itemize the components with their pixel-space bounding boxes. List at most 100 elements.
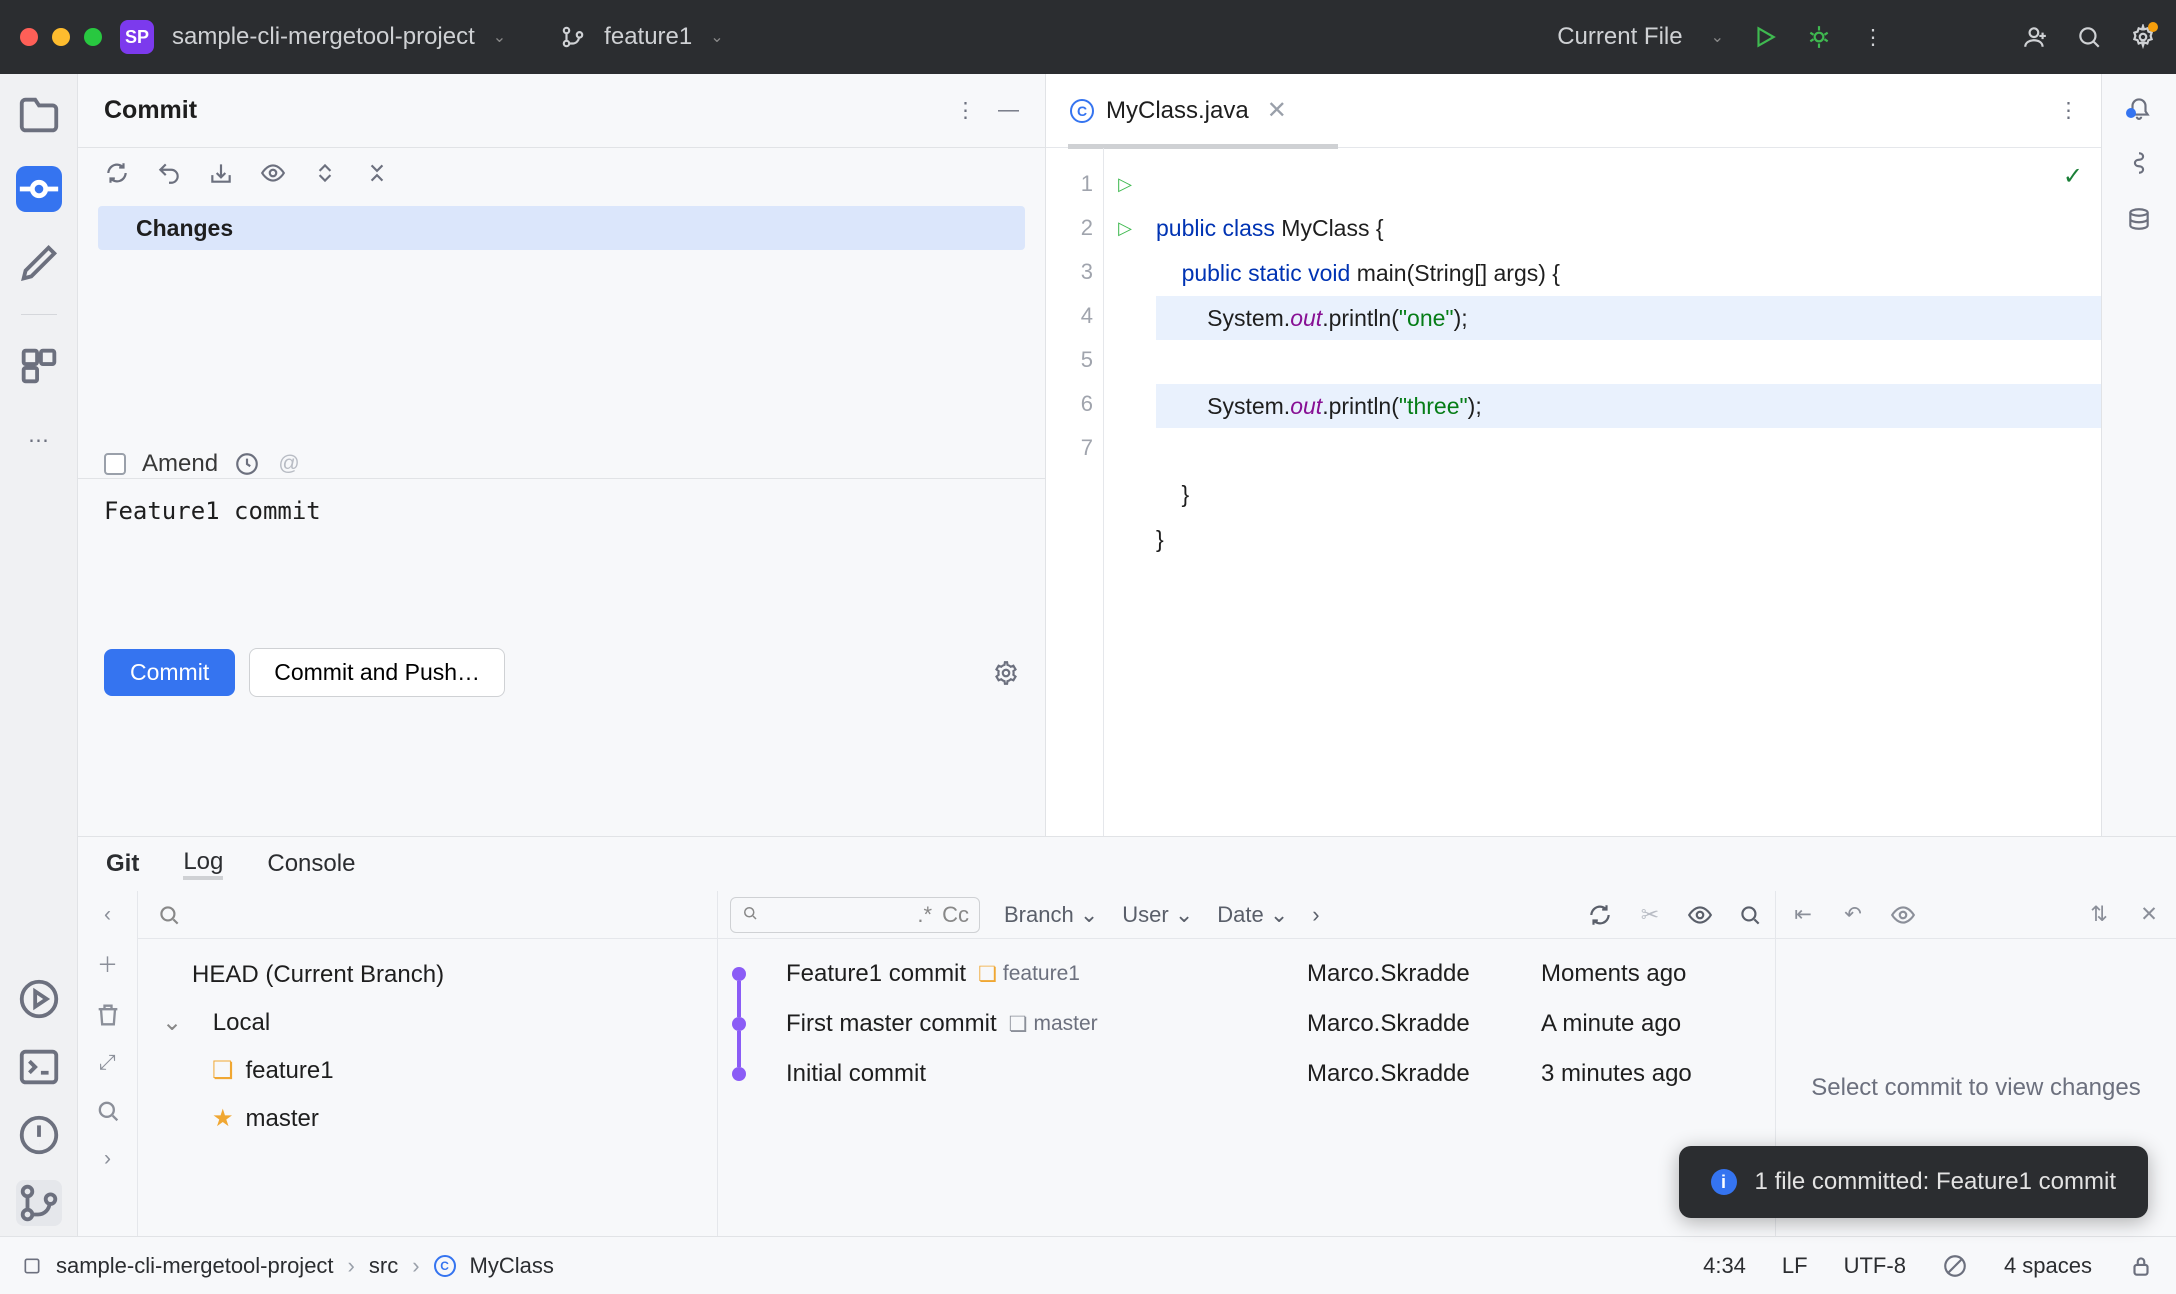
search-icon[interactable] — [156, 902, 182, 928]
expand-icon[interactable]: ⇅ — [2086, 902, 2112, 928]
breadcrumb-src[interactable]: src — [369, 1253, 398, 1279]
history-icon[interactable] — [234, 451, 260, 477]
more-filters-icon[interactable]: › — [1312, 902, 1319, 928]
more-tool-icon[interactable]: ⋯ — [16, 417, 62, 463]
breadcrumb-file[interactable]: MyClass — [470, 1253, 554, 1279]
edit-tool-icon[interactable] — [16, 240, 62, 286]
expand-icon[interactable] — [312, 160, 338, 186]
eye-icon[interactable] — [1890, 902, 1916, 928]
settings-icon[interactable] — [2130, 24, 2156, 50]
window-controls — [20, 28, 102, 46]
debug-icon[interactable] — [1806, 24, 1832, 50]
commit-row[interactable]: Feature1 commit❏feature1 Marco.Skradde M… — [718, 949, 1775, 999]
close-icon[interactable]: ✕ — [2136, 902, 2162, 928]
fetch-icon[interactable]: ⤢ — [99, 1051, 116, 1075]
chevron-down-icon[interactable]: ⌄ — [1711, 27, 1724, 47]
changes-node[interactable]: Changes — [98, 206, 1025, 250]
run-gutter[interactable]: ▷▷ — [1104, 148, 1146, 836]
branch-item[interactable]: ★master — [162, 1095, 693, 1143]
chevron-down-icon[interactable]: ⌄ — [493, 27, 506, 47]
commit-message-input[interactable]: Feature1 commit — [78, 478, 1045, 648]
delete-icon[interactable] — [94, 1001, 122, 1029]
commit-button[interactable]: Commit — [104, 649, 235, 696]
notifications-icon[interactable] — [2126, 94, 2152, 120]
branch-icon — [560, 24, 586, 50]
tab-more-icon[interactable]: ⋮ — [2058, 98, 2101, 123]
commit-tool-icon[interactable] — [16, 166, 62, 212]
project-tool-icon[interactable] — [16, 92, 62, 138]
minimize-icon[interactable]: — — [998, 98, 1019, 123]
database-icon[interactable] — [2126, 206, 2152, 232]
commit-row[interactable]: First master commit❏master Marco.Skradde… — [718, 999, 1775, 1049]
back-icon[interactable]: ‹ — [104, 903, 111, 927]
zoom-window[interactable] — [84, 28, 102, 46]
tab-console[interactable]: Console — [267, 850, 355, 878]
minimize-window[interactable] — [52, 28, 70, 46]
file-encoding[interactable]: UTF-8 — [1844, 1253, 1906, 1279]
collapse-icon[interactable] — [364, 160, 390, 186]
add-icon[interactable]: ＋ — [97, 949, 118, 979]
tab-git[interactable]: Git — [106, 850, 139, 878]
run-config-selector[interactable]: Current File — [1557, 23, 1682, 51]
close-tab-icon[interactable]: ✕ — [1267, 96, 1287, 125]
commit-row[interactable]: Initial commit Marco.Skradde 3 minutes a… — [718, 1049, 1775, 1099]
shelve-icon[interactable] — [208, 160, 234, 186]
date-filter[interactable]: Date ⌄ — [1217, 902, 1288, 928]
more-icon[interactable]: ⋮ — [955, 98, 976, 123]
local-group[interactable]: ⌄ Local — [162, 999, 693, 1047]
rollback-icon[interactable] — [156, 160, 182, 186]
tab-log[interactable]: Log — [183, 848, 223, 880]
revert-icon[interactable]: ↶ — [1840, 902, 1866, 928]
readonly-icon[interactable] — [1942, 1253, 1968, 1279]
vcs-tool-icon[interactable] — [16, 1180, 62, 1226]
search-icon[interactable] — [2076, 24, 2102, 50]
run-tool-icon[interactable] — [16, 976, 62, 1022]
gutter: 1234567 — [1046, 148, 1104, 836]
branch-filter[interactable]: Branch ⌄ — [1004, 902, 1098, 928]
code-editor[interactable]: 1234567 ▷▷ public class MyClass { public… — [1046, 148, 2101, 836]
indent-info[interactable]: 4 spaces — [2004, 1253, 2092, 1279]
branch-item[interactable]: ❏feature1 — [162, 1047, 693, 1095]
commit-and-push-button[interactable]: Commit and Push… — [249, 648, 505, 697]
forward-icon[interactable]: › — [104, 1147, 111, 1171]
collaborate-icon[interactable] — [2022, 24, 2048, 50]
branch-name[interactable]: feature1 — [604, 23, 692, 51]
close-window[interactable] — [20, 28, 38, 46]
caret-position[interactable]: 4:34 — [1703, 1253, 1746, 1279]
lock-icon[interactable] — [2128, 1253, 2154, 1279]
structure-tool-icon[interactable] — [16, 343, 62, 389]
amend-checkbox[interactable] — [104, 453, 126, 475]
regex-toggle[interactable]: .* — [917, 902, 932, 928]
find-icon[interactable] — [94, 1097, 122, 1125]
run-icon[interactable] — [1752, 24, 1778, 50]
commit-settings-icon[interactable] — [993, 660, 1019, 686]
problems-tool-icon[interactable] — [16, 1112, 62, 1158]
commit-panel: Commit ⋮ — Changes Amen — [78, 74, 1046, 836]
chevron-down-icon[interactable]: ⌄ — [710, 27, 723, 47]
branches-pane: HEAD (Current Branch) ⌄ Local ❏feature1 … — [138, 891, 718, 1236]
statusbar: sample-cli-mergetool-project › src › C M… — [0, 1236, 2176, 1294]
case-toggle[interactable]: Cc — [942, 902, 969, 928]
info-icon: i — [1711, 1169, 1737, 1195]
terminal-tool-icon[interactable] — [16, 1044, 62, 1090]
user-filter[interactable]: User ⌄ — [1122, 902, 1193, 928]
cherry-pick-icon[interactable]: ✂ — [1637, 902, 1663, 928]
head-branch-label[interactable]: HEAD (Current Branch) — [162, 951, 693, 999]
module-icon — [22, 1256, 42, 1276]
left-toolbar: ⋯ — [0, 74, 78, 1236]
emoji-icon[interactable]: @ — [276, 451, 302, 477]
search-icon[interactable] — [1737, 902, 1763, 928]
refresh-icon[interactable] — [104, 160, 130, 186]
project-name[interactable]: sample-cli-mergetool-project — [172, 23, 475, 51]
eye-icon[interactable] — [1687, 902, 1713, 928]
ai-icon[interactable] — [2126, 150, 2152, 176]
line-separator[interactable]: LF — [1782, 1253, 1808, 1279]
compare-icon[interactable]: ⇤ — [1790, 902, 1816, 928]
breadcrumb-root[interactable]: sample-cli-mergetool-project — [56, 1253, 334, 1279]
refresh-icon[interactable] — [1587, 902, 1613, 928]
eye-icon[interactable] — [260, 160, 286, 186]
more-icon[interactable]: ⋮ — [1860, 24, 1886, 50]
editor-tab[interactable]: C MyClass.java ✕ — [1046, 74, 1311, 147]
notification-toast[interactable]: i 1 file committed: Feature1 commit — [1679, 1146, 2148, 1218]
log-search-input[interactable]: .* Cc — [730, 897, 980, 933]
